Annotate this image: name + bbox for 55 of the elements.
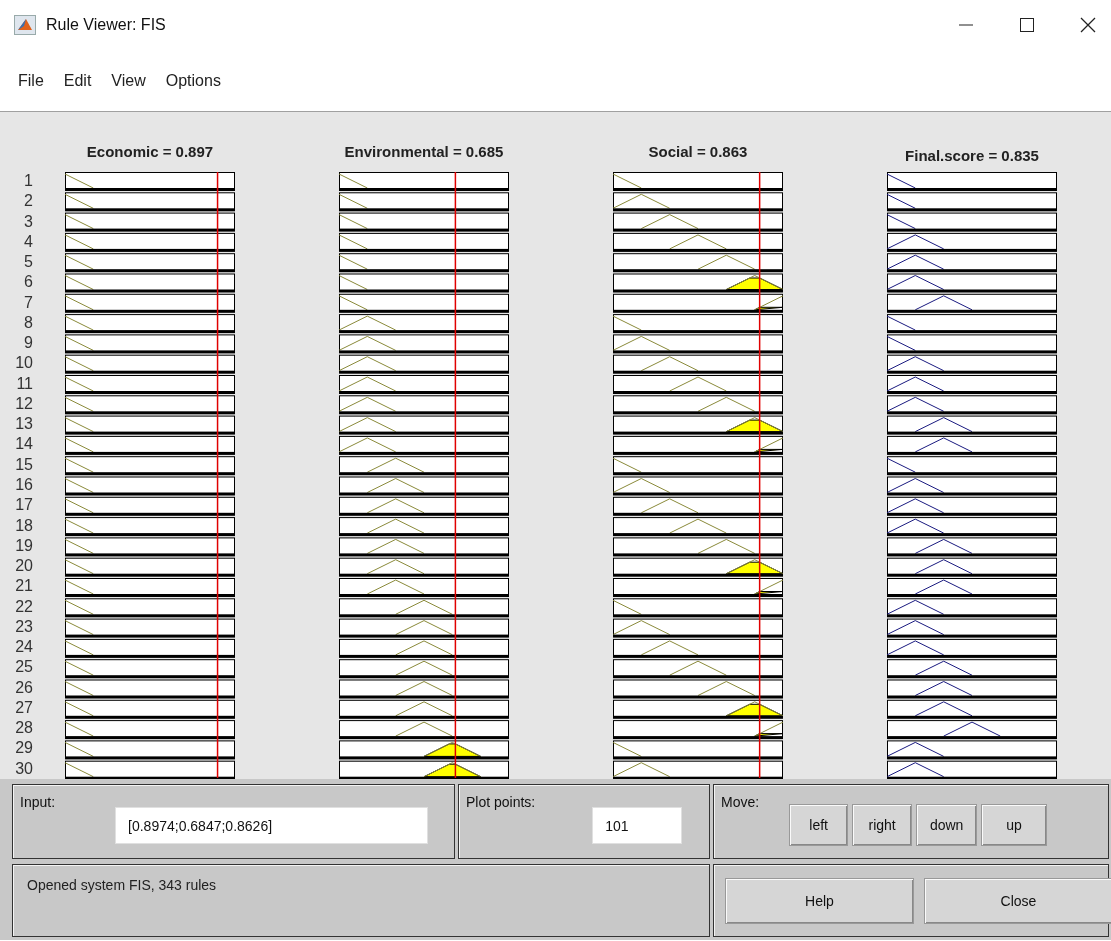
rule-number: 2 [24,192,33,212]
dialog-button[interactable]: Close [924,878,1111,924]
rule-number: 10 [15,354,33,374]
rule-number: 27 [15,698,33,718]
rule-number: 14 [15,435,33,455]
rule-number: 25 [15,658,33,678]
rule-number: 3 [24,212,33,232]
maximize-icon [1019,17,1035,33]
rule-number: 17 [15,496,33,516]
plot-points-label: Plot points: [466,794,536,810]
rule-number: 22 [15,597,33,617]
status-text: Opened system FIS, 343 rules [27,877,217,893]
move-label: Move: [721,794,760,810]
input-field[interactable]: [0.8974;0.6847;0.8626] [115,807,429,844]
menu-item[interactable]: Options [157,67,229,94]
move-button[interactable]: down [916,804,978,846]
rule-number: 23 [15,617,33,637]
rule-number: 9 [24,334,33,354]
rule-number: 19 [15,536,33,556]
close-icon [1080,17,1096,33]
rule-number: 7 [24,293,33,313]
rule-number: 26 [15,678,33,698]
dialog-button[interactable]: Help [725,878,914,924]
rule-number: 15 [15,455,33,475]
menu-item[interactable]: File [10,67,52,94]
app-icon [14,15,36,35]
rule-number: 30 [15,759,33,779]
minimize-icon [958,24,974,26]
rule-number: 12 [15,394,33,414]
variable-title: Environmental = 0.685 [344,143,504,161]
plot-points-field[interactable]: 101 [592,807,683,844]
rule-number: 1 [24,172,33,191]
move-button[interactable]: right [852,804,913,846]
rule-number: 8 [24,313,33,333]
rule-number: 24 [15,638,33,658]
rule-number: 29 [15,739,33,759]
variable-title: Final.score = 0.835 [905,147,1039,165]
rule-number: 13 [15,415,33,435]
variable-title: Social = 0.863 [648,143,748,161]
menu-item[interactable]: Edit [55,67,100,94]
input-label: Input: [20,794,56,810]
rule-number: 6 [24,273,33,293]
move-button[interactable]: left [789,804,849,846]
variable-title: Economic = 0.897 [86,143,214,161]
rule-number: 4 [24,232,33,252]
rule-number: 16 [15,476,33,495]
rule-number: 11 [16,374,33,394]
rule-number: 28 [15,719,33,739]
menu-item[interactable]: View [103,67,154,94]
rule-number: 21 [15,577,33,597]
rule-number: 18 [15,516,33,536]
rule-number: 5 [24,253,33,273]
move-button[interactable]: up [981,804,1048,846]
window-title: Rule Viewer: FIS [46,16,166,34]
rule-number: 20 [15,557,33,577]
